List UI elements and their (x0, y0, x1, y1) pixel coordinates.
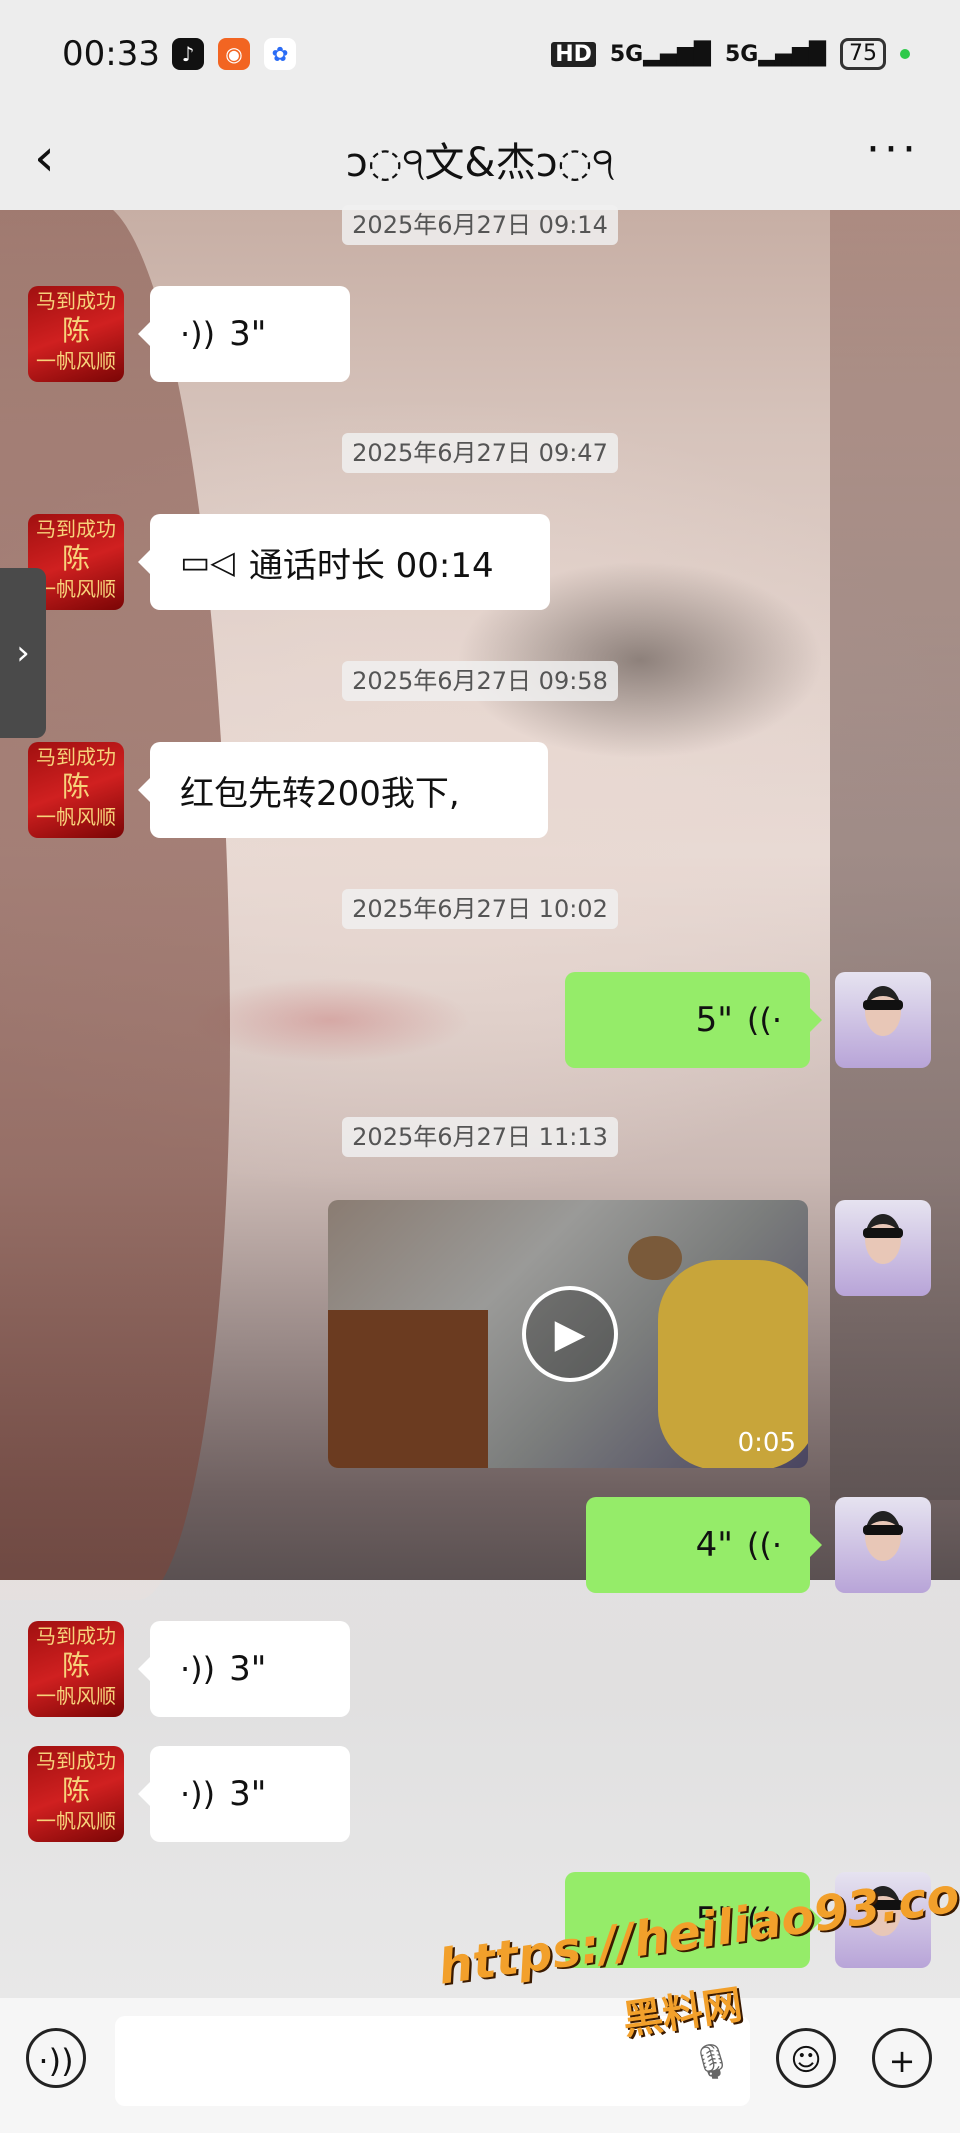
chat-title: ↄ◌੧文&杰ↄ◌੧ (345, 140, 615, 186)
avatar[interactable] (835, 972, 931, 1068)
voice-duration: 4" (695, 1525, 733, 1565)
voice-message[interactable]: 5" ((· (565, 972, 822, 1068)
avatar[interactable]: 马到成功 陈 一帆风顺 (28, 286, 124, 382)
baidu-icon: ✿ (264, 38, 296, 70)
avatar[interactable]: 马到成功 陈 一帆风顺 (28, 1621, 124, 1717)
voice-message[interactable]: 4" ((· (586, 1497, 822, 1593)
voice-icon: ·)) (180, 1775, 216, 1813)
video-duration: 0:05 (737, 1428, 796, 1458)
kuaishou-icon: ◉ (218, 38, 250, 70)
avatar[interactable]: 马到成功 陈 一帆风顺 (28, 742, 124, 838)
voice-message[interactable]: ·)) 3" (138, 1621, 350, 1717)
voice-duration: 3" (229, 1774, 267, 1814)
battery-dot (900, 49, 910, 59)
timestamp: 2025年6月27日 11:13 (342, 1117, 618, 1157)
text-message[interactable]: 红包先转200我下, (138, 742, 548, 838)
video-camera-icon: ▭◁ (180, 543, 235, 581)
smile-icon[interactable]: ☺ (776, 2028, 836, 2088)
voice-message[interactable]: ·)) 3" (138, 286, 350, 382)
avatar[interactable] (835, 1497, 931, 1593)
voice-icon: ·)) (180, 1650, 216, 1688)
call-duration: 通话时长 00:14 (248, 545, 494, 586)
input-bar: ·)) 🎙 ☺ + (0, 1998, 960, 2133)
play-icon[interactable]: ▶ (522, 1286, 618, 1382)
side-drawer-tab[interactable]: › (0, 568, 46, 738)
timestamp: 2025年6月27日 10:02 (342, 889, 618, 929)
plus-icon[interactable]: + (872, 2028, 932, 2088)
battery-icon: 75 (840, 38, 886, 70)
timestamp: 2025年6月27日 09:14 (342, 205, 618, 245)
chat-header: ‹ ↄ◌੧文&杰ↄ◌੧ ··· (0, 110, 960, 210)
timestamp: 2025年6月27日 09:47 (342, 433, 618, 473)
voice-icon: ((· (746, 1001, 782, 1039)
microphone-icon[interactable]: 🎙 (690, 2042, 733, 2082)
background-photo-hair-right (830, 200, 960, 1500)
tiktok-icon: ♪ (172, 38, 204, 70)
timestamp: 2025年6月27日 09:58 (342, 661, 618, 701)
status-time: 00:33 (62, 34, 160, 74)
voice-duration: 5" (695, 1000, 733, 1040)
signal-5g-icon-2: 5G▂▄▆█ (724, 41, 826, 67)
voice-toggle-icon[interactable]: ·)) (26, 2028, 86, 2088)
message-text: 红包先转200我下, (180, 773, 460, 814)
voice-duration: 3" (229, 1649, 267, 1689)
avatar[interactable] (835, 1200, 931, 1296)
voice-message[interactable]: ·)) 3" (138, 1746, 350, 1842)
more-options-button[interactable]: ··· (866, 124, 920, 175)
call-message[interactable]: ▭◁ 通话时长 00:14 (138, 514, 550, 610)
hd-icon: HD (551, 41, 596, 67)
video-message[interactable]: ▶ 0:05 (328, 1200, 808, 1468)
status-bar: 00:33 ♪ ◉ ✿ HD 5G▂▄▆█ 5G▂▄▆█ 75 (0, 0, 960, 110)
voice-icon: ·)) (180, 315, 216, 353)
voice-duration: 3" (229, 314, 267, 354)
signal-5g-icon: 5G▂▄▆█ (609, 41, 711, 67)
avatar[interactable]: 马到成功 陈 一帆风顺 (28, 1746, 124, 1842)
voice-icon: ((· (746, 1526, 782, 1564)
